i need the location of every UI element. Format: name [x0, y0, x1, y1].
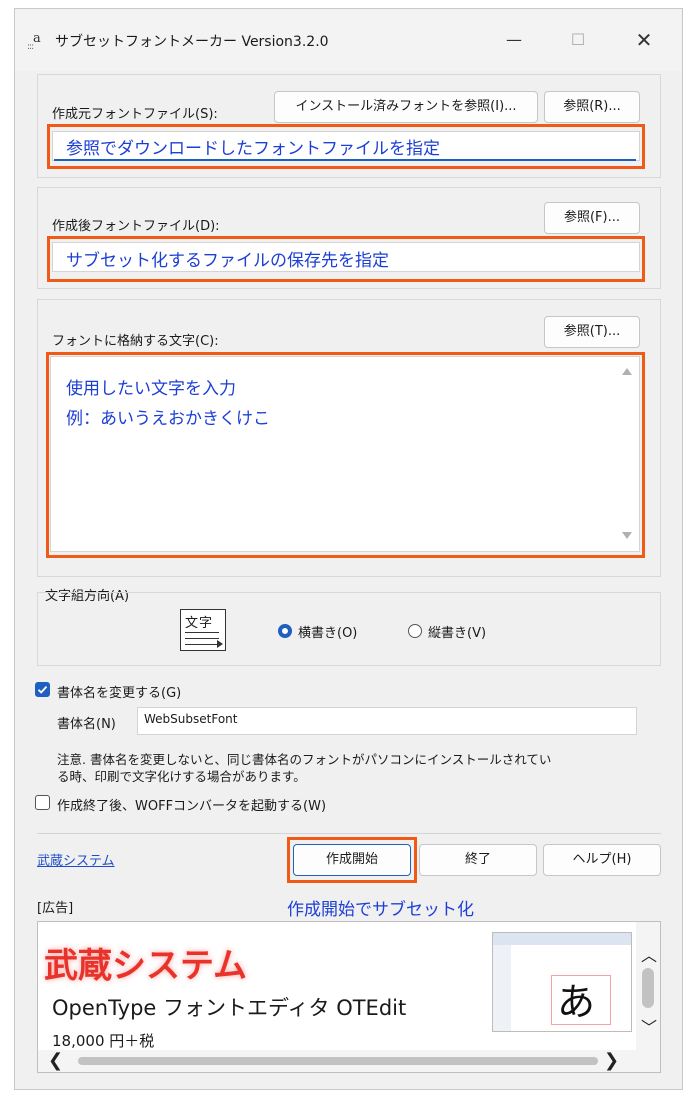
vertical-radio-label[interactable]: 縦書き(V): [428, 622, 486, 641]
scroll-right-chevron-icon[interactable]: ❯: [604, 1050, 619, 1072]
horizontal-radio[interactable]: [278, 624, 292, 638]
source-font-group: 作成元フォントファイル(S): インストール済みフォントを参照(I)... 参照…: [37, 74, 661, 178]
maximize-button[interactable]: ☐: [555, 23, 601, 57]
app-window: a::: サブセットフォントメーカー Version3.2.0 — ☐ ✕ 作成…: [14, 8, 683, 1090]
horizontal-writing-icon: 文字: [180, 609, 226, 651]
rename-note-line2: る時、印刷で文字化けする場合があります。: [57, 769, 306, 784]
source-annotation: 参照でダウンロードしたフォントファイルを指定: [66, 139, 440, 159]
chars-group: フォントに格納する文字(C): 参照(T)... 使用したい文字を入力 例：あい…: [37, 299, 661, 577]
ad-thumbnail-glyph: あ: [557, 980, 596, 1024]
scroll-left-chevron-icon[interactable]: ❮: [48, 1050, 63, 1072]
vertical-radio[interactable]: [408, 624, 422, 638]
dest-annotation: サブセット化するファイルの保存先を指定: [66, 251, 389, 271]
direction-group: 文字 横書き(O) 縦書き(V): [37, 592, 661, 666]
rename-checkbox-label[interactable]: 書体名を変更する(G): [57, 682, 181, 701]
checkmark-icon: [37, 685, 48, 694]
title-bar: a::: サブセットフォントメーカー Version3.2.0 — ☐ ✕: [15, 9, 682, 71]
start-highlight-box: [287, 837, 417, 883]
minimize-button[interactable]: —: [491, 23, 537, 57]
scroll-down-chevron-icon[interactable]: ﹀: [641, 1014, 657, 1038]
ad-banner[interactable]: 武蔵システム OpenType フォントエディタ OTEdit 18,000 円…: [37, 921, 661, 1073]
dest-font-group: 作成後フォントファイル(D): 参照(F)... サブセット化するファイルの保存…: [37, 187, 661, 289]
exit-button[interactable]: 終了: [419, 844, 537, 876]
ad-thumbnail[interactable]: あ: [492, 932, 632, 1032]
font-name-input[interactable]: WebSubsetFont: [137, 707, 637, 735]
scroll-up-chevron-icon[interactable]: ︿: [641, 942, 657, 966]
chars-label: フォントに格納する文字(C):: [52, 334, 219, 349]
woff-checkbox[interactable]: [35, 795, 50, 810]
source-font-label: 作成元フォントファイル(S):: [52, 107, 218, 122]
chars-browse-button[interactable]: 参照(T)...: [544, 316, 640, 348]
font-name-label: 書体名(N): [57, 717, 116, 732]
window-title: サブセットフォントメーカー Version3.2.0: [55, 34, 329, 50]
woff-checkbox-label[interactable]: 作成終了後、WOFFコンバータを起動する(W): [57, 795, 326, 814]
help-button[interactable]: ヘルプ(H): [543, 844, 661, 876]
start-annotation: 作成開始でサブセット化: [287, 900, 474, 920]
chars-annotation-line2: 例：あいうえおかきくけこ: [66, 409, 270, 429]
dest-font-label: 作成後フォントファイル(D):: [52, 219, 220, 234]
app-icon: a:::: [27, 31, 41, 52]
chars-annotation-line1: 使用したい文字を入力: [66, 379, 236, 399]
rename-checkbox[interactable]: [35, 682, 50, 697]
direction-icon-text: 文字: [185, 616, 214, 631]
musashi-system-link[interactable]: 武蔵システム: [37, 850, 115, 869]
divider: [37, 833, 661, 834]
ad-label: [広告]: [37, 901, 74, 916]
dest-browse-button[interactable]: 参照(F)...: [544, 202, 640, 234]
close-button[interactable]: ✕: [621, 23, 667, 57]
ad-horizontal-scrollbar[interactable]: ❮ ❯: [38, 1050, 636, 1072]
ad-product[interactable]: OpenType フォントエディタ OTEdit: [52, 992, 406, 1022]
source-browse-button[interactable]: 参照(R)...: [544, 91, 640, 123]
ad-price: 18,000 円＋税: [52, 1032, 155, 1050]
installed-fonts-button[interactable]: インストール済みフォントを参照(I)...: [274, 91, 538, 123]
ad-brand[interactable]: 武蔵システム: [44, 938, 247, 987]
horizontal-radio-label[interactable]: 横書き(O): [298, 622, 357, 641]
ad-vertical-scrollbar[interactable]: ︿ ﹀: [636, 922, 660, 1072]
